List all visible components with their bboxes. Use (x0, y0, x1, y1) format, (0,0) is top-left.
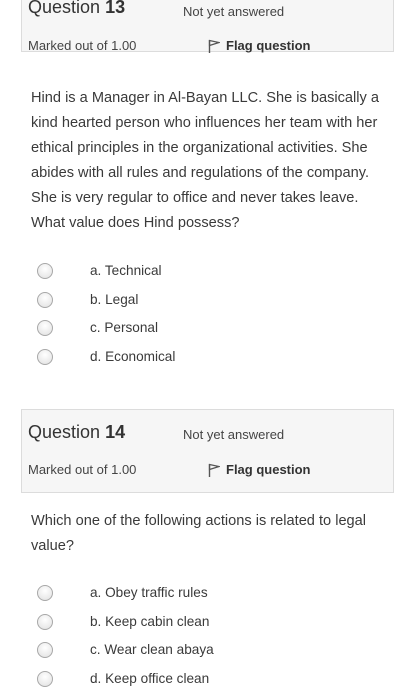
question-grade: Marked out of 1.00 (28, 38, 137, 53)
answer-label: b. Legal (90, 291, 139, 307)
question-number: Question 14 (28, 422, 126, 442)
answer-option[interactable]: d. Keep office clean (37, 668, 337, 697)
question-text: Hind is a Manager in Al-Bayan LLC. She i… (31, 90, 379, 231)
flag-icon (208, 39, 220, 53)
flag-question-link[interactable]: Flag question (208, 38, 311, 53)
answer-option[interactable]: a. Technical (37, 260, 337, 289)
answer-list: a. Technical b. Legal c. Personal d. Eco… (37, 260, 337, 374)
radio-button[interactable] (37, 670, 53, 687)
answer-label: b. Keep cabin clean (90, 613, 210, 629)
answer-label: a. Technical (90, 263, 162, 278)
question-state: Not yet answered (183, 4, 285, 19)
answer-option[interactable]: c. Wear clean abaya (37, 639, 337, 668)
question-state: Not yet answered (183, 427, 285, 442)
answer-label: a. Obey traffic rules (90, 585, 208, 600)
flag-question-link[interactable]: Flag question (208, 462, 311, 477)
question-grade: Marked out of 1.00 (28, 462, 137, 477)
answer-option[interactable]: d. Economical (37, 346, 337, 375)
answer-label: c. Wear clean abaya (90, 642, 214, 657)
radio-button[interactable] (37, 320, 53, 336)
answer-option[interactable]: a. Obey traffic rules (37, 582, 337, 611)
flag-question-label: Flag question (226, 462, 311, 477)
flag-icon (208, 463, 220, 477)
question-info-block: Question 13 Not yet answered Marked out … (21, 0, 394, 53)
radio-button[interactable] (37, 291, 53, 308)
question-number: Question 13 (28, 0, 126, 17)
answer-option[interactable]: c. Personal (37, 317, 337, 346)
answer-label: d. Keep office clean (90, 670, 210, 686)
answer-option[interactable]: b. Legal (37, 289, 337, 318)
answer-list: a. Obey traffic rules b. Keep cabin clea… (37, 582, 337, 696)
radio-button[interactable] (37, 613, 53, 630)
answer-label: c. Personal (90, 320, 159, 335)
flag-question-label: Flag question (226, 38, 311, 53)
answer-option[interactable]: b. Keep cabin clean (37, 611, 337, 640)
question-info-block: Question 14 Not yet answered Marked out … (21, 409, 394, 493)
radio-button[interactable] (37, 263, 53, 279)
radio-button[interactable] (37, 348, 53, 365)
answer-label: d. Economical (90, 348, 176, 364)
radio-button[interactable] (37, 642, 53, 658)
question-text: Which one of the following actions is re… (31, 513, 367, 554)
radio-button[interactable] (37, 585, 53, 601)
